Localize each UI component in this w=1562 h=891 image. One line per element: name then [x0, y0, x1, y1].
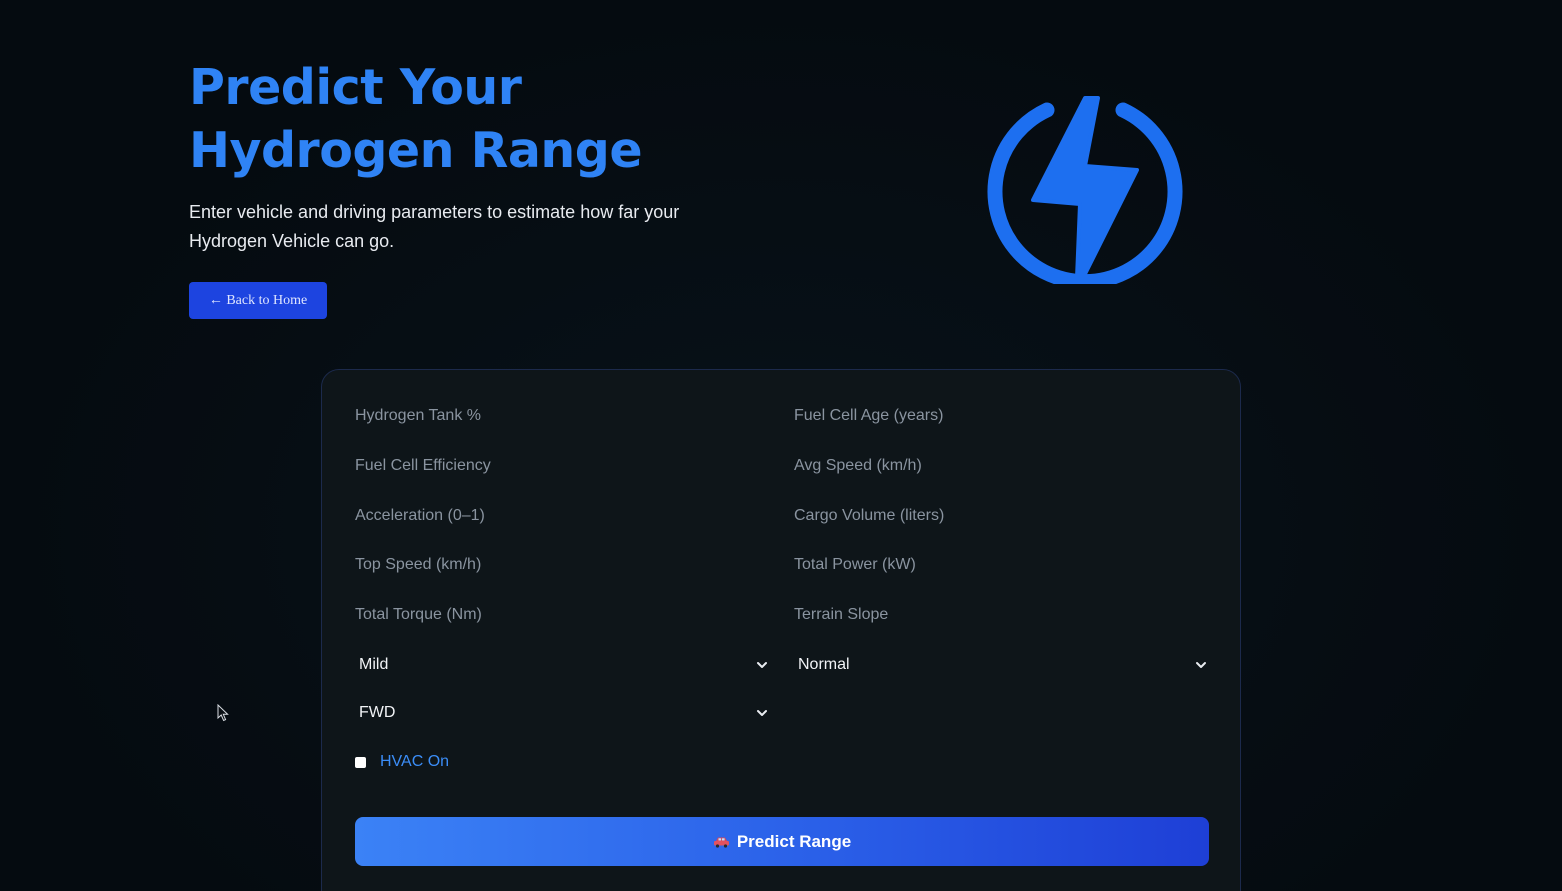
fuel-cell-efficiency-field[interactable]: Fuel Cell Efficiency — [355, 457, 491, 475]
prediction-form-card: Hydrogen Tank % Fuel Cell Age (years) Fu… — [321, 369, 1241, 891]
page-title: Predict Your Hydrogen Range — [189, 59, 643, 179]
hvac-option: HVAC On — [355, 753, 449, 771]
hydrogen-tank-field[interactable]: Hydrogen Tank % — [355, 407, 481, 425]
chevron-down-icon — [1196, 662, 1206, 668]
predict-range-label: Predict Range — [736, 831, 852, 851]
power-bolt-icon — [987, 96, 1183, 284]
acceleration-field[interactable]: Acceleration (0–1) — [355, 507, 485, 525]
drive-type-value: FWD — [359, 704, 396, 721]
car-icon — [713, 837, 729, 848]
drive-type-select[interactable]: FWD — [359, 698, 769, 728]
hvac-checkbox[interactable] — [355, 756, 366, 768]
driving-style-value: Mild — [359, 656, 389, 673]
page-subtitle: Enter vehicle and driving parameters to … — [189, 202, 680, 251]
traffic-condition-select[interactable]: Normal — [798, 650, 1208, 680]
fuel-cell-age-field[interactable]: Fuel Cell Age (years) — [794, 407, 943, 425]
mouse-cursor-icon — [217, 704, 229, 722]
hvac-label[interactable]: HVAC On — [380, 753, 449, 771]
chevron-down-icon — [757, 710, 767, 716]
traffic-condition-value: Normal — [798, 656, 850, 673]
total-power-field[interactable]: Total Power (kW) — [794, 556, 916, 574]
predict-range-button[interactable]: Predict Range — [355, 817, 1209, 866]
chevron-down-icon — [757, 662, 767, 668]
avg-speed-field[interactable]: Avg Speed (km/h) — [794, 457, 922, 475]
predict-page: Predict Your Hydrogen Range Enter vehicl… — [0, 0, 1562, 891]
hero-section: Predict Your Hydrogen Range Enter vehicl… — [189, 56, 789, 256]
top-speed-field[interactable]: Top Speed (km/h) — [355, 556, 481, 574]
terrain-slope-field[interactable]: Terrain Slope — [794, 606, 888, 624]
driving-style-select[interactable]: Mild — [359, 650, 769, 680]
cargo-volume-field[interactable]: Cargo Volume (liters) — [794, 507, 944, 525]
back-to-home-button[interactable]: ← Back to Home — [189, 282, 327, 319]
total-torque-field[interactable]: Total Torque (Nm) — [355, 606, 482, 624]
